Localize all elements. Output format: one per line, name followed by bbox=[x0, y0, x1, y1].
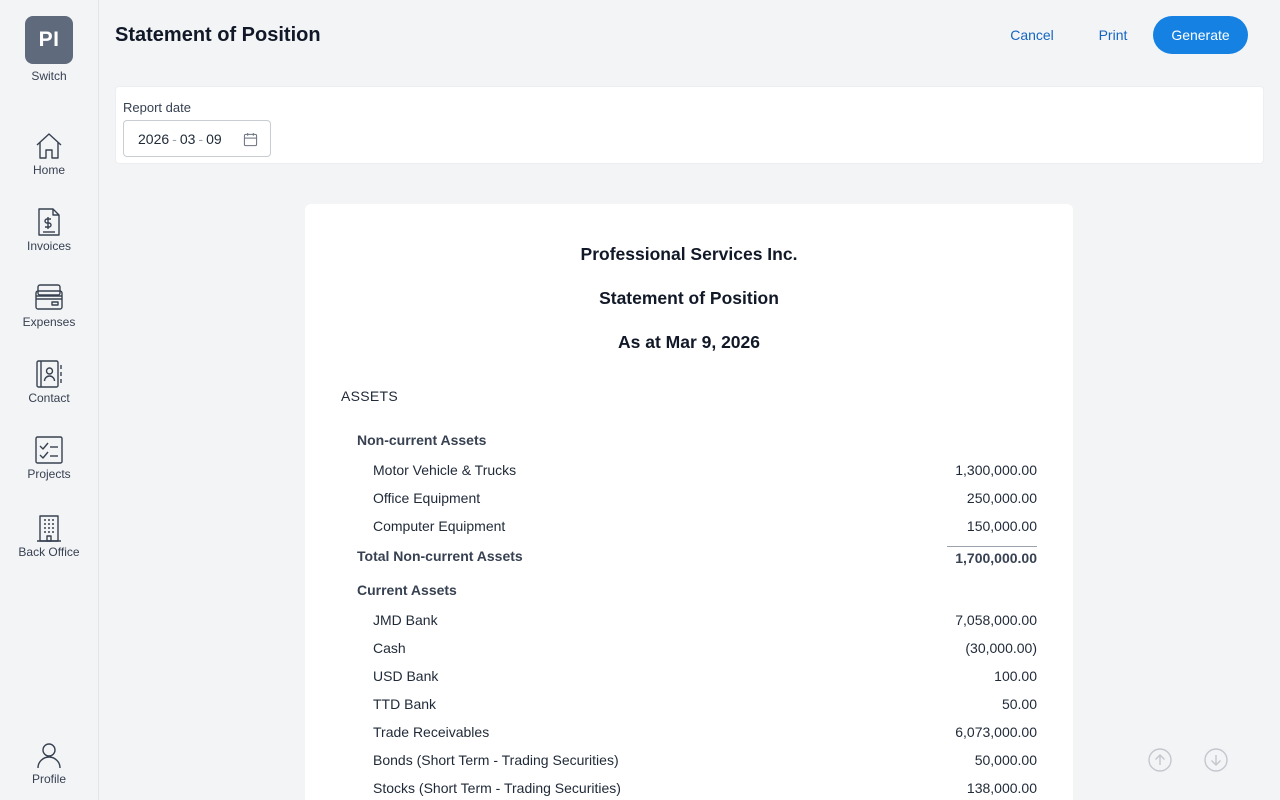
sidebar-item-projects[interactable]: Projects bbox=[0, 435, 98, 481]
report-title: Statement of Position bbox=[599, 288, 779, 308]
sidebar-item-label: Invoices bbox=[26, 239, 72, 253]
office-building-icon bbox=[37, 515, 61, 542]
date-month[interactable]: 03 bbox=[180, 131, 196, 147]
current-assets-title: Current Assets bbox=[357, 582, 457, 598]
account-name: Motor Vehicle & Trucks bbox=[373, 462, 517, 478]
credit-card-icon bbox=[35, 284, 63, 310]
total-noncurrent-assets-row: Total Non-current Assets 1,700,000.00 bbox=[357, 546, 1037, 566]
sidebar-item-home[interactable]: Home bbox=[0, 131, 98, 177]
account-name: Trade Receivables bbox=[373, 724, 490, 740]
calendar-icon[interactable] bbox=[243, 132, 258, 147]
table-row: JMD Bank 7,058,000.00 bbox=[373, 612, 1037, 628]
report-filter-card: Report date 2026 - 03 - 09 bbox=[115, 86, 1264, 164]
account-amount: 50.00 bbox=[1001, 696, 1037, 712]
sidebar-item-label: Profile bbox=[31, 772, 66, 786]
switch-label[interactable]: Switch bbox=[0, 69, 98, 83]
report-company-name: Professional Services Inc. bbox=[580, 244, 798, 264]
account-amount: (30,000.00) bbox=[965, 640, 1037, 656]
account-amount: 150,000.00 bbox=[966, 518, 1037, 534]
statement-of-position-report: Professional Services Inc. Statement of … bbox=[305, 204, 1073, 800]
table-row: Stocks (Short Term - Trading Securities)… bbox=[373, 780, 1037, 796]
account-name: Cash bbox=[373, 640, 406, 656]
account-amount: 50,000.00 bbox=[974, 752, 1037, 768]
sidebar-item-expenses[interactable]: Expenses bbox=[0, 283, 98, 329]
home-icon bbox=[36, 133, 62, 159]
total-label: Total Non-current Assets bbox=[357, 548, 523, 564]
sidebar-item-label: Home bbox=[32, 163, 65, 177]
user-icon bbox=[37, 743, 61, 769]
table-row: Trade Receivables 6,073,000.00 bbox=[373, 724, 1037, 740]
account-name: TTD Bank bbox=[373, 696, 437, 712]
report-date-label: Report date bbox=[123, 100, 191, 115]
date-day[interactable]: 09 bbox=[206, 131, 222, 147]
contact-book-icon bbox=[36, 360, 62, 388]
sidebar-item-back-office[interactable]: Back Office bbox=[0, 513, 98, 559]
account-amount: 100.00 bbox=[994, 668, 1037, 684]
table-row: Cash (30,000.00) bbox=[373, 640, 1037, 656]
account-name: Stocks (Short Term - Trading Securities) bbox=[373, 780, 621, 796]
table-row: Office Equipment 250,000.00 bbox=[373, 490, 1037, 506]
account-name: Bonds (Short Term - Trading Securities) bbox=[373, 752, 619, 768]
account-amount: 6,073,000.00 bbox=[955, 724, 1037, 740]
table-row: USD Bank 100.00 bbox=[373, 668, 1037, 684]
account-name: USD Bank bbox=[373, 668, 439, 684]
sidebar-item-contact[interactable]: Contact bbox=[0, 359, 98, 405]
arrow-down-circle-icon[interactable] bbox=[1204, 748, 1228, 772]
noncurrent-assets-title: Non-current Assets bbox=[357, 432, 487, 448]
account-amount: 7,058,000.00 bbox=[955, 612, 1037, 628]
sidebar: PI Switch Home Invoices Expenses Contact bbox=[0, 0, 99, 800]
table-row: TTD Bank 50.00 bbox=[373, 696, 1037, 712]
checklist-icon bbox=[35, 436, 63, 464]
account-name: Computer Equipment bbox=[373, 518, 506, 534]
account-name: Office Equipment bbox=[373, 490, 481, 506]
arrow-up-circle-icon[interactable] bbox=[1148, 748, 1172, 772]
sidebar-item-label: Expenses bbox=[22, 315, 76, 329]
company-switch-avatar[interactable]: PI bbox=[25, 16, 73, 64]
generate-button[interactable]: Generate bbox=[1153, 16, 1248, 54]
date-year[interactable]: 2026 bbox=[138, 131, 169, 147]
print-button[interactable]: Print bbox=[1086, 16, 1140, 54]
sidebar-item-label: Contact bbox=[28, 391, 70, 405]
cancel-button[interactable]: Cancel bbox=[1000, 16, 1064, 54]
account-amount: 250,000.00 bbox=[966, 490, 1037, 506]
date-separator: - bbox=[198, 130, 204, 147]
table-row: Motor Vehicle & Trucks 1,300,000.00 bbox=[373, 462, 1037, 478]
account-name: JMD Bank bbox=[373, 612, 438, 628]
sidebar-item-invoices[interactable]: Invoices bbox=[0, 207, 98, 253]
table-row: Computer Equipment 150,000.00 bbox=[373, 518, 1037, 534]
total-amount: 1,700,000.00 bbox=[947, 546, 1037, 566]
page-title: Statement of Position bbox=[115, 24, 321, 46]
report-as-at-date: As at Mar 9, 2026 bbox=[617, 332, 761, 352]
report-date-input[interactable]: 2026 - 03 - 09 bbox=[123, 120, 271, 157]
account-amount: 1,300,000.00 bbox=[955, 462, 1037, 478]
date-separator: - bbox=[172, 130, 177, 147]
sidebar-item-profile[interactable]: Profile bbox=[0, 740, 98, 786]
account-amount: 138,000.00 bbox=[966, 780, 1037, 796]
sidebar-item-label: Back Office bbox=[18, 545, 80, 559]
table-row: Bonds (Short Term - Trading Securities) … bbox=[373, 752, 1037, 768]
sidebar-item-label: Projects bbox=[27, 467, 71, 481]
invoice-icon bbox=[38, 208, 60, 236]
assets-section-title: ASSETS bbox=[341, 388, 399, 404]
